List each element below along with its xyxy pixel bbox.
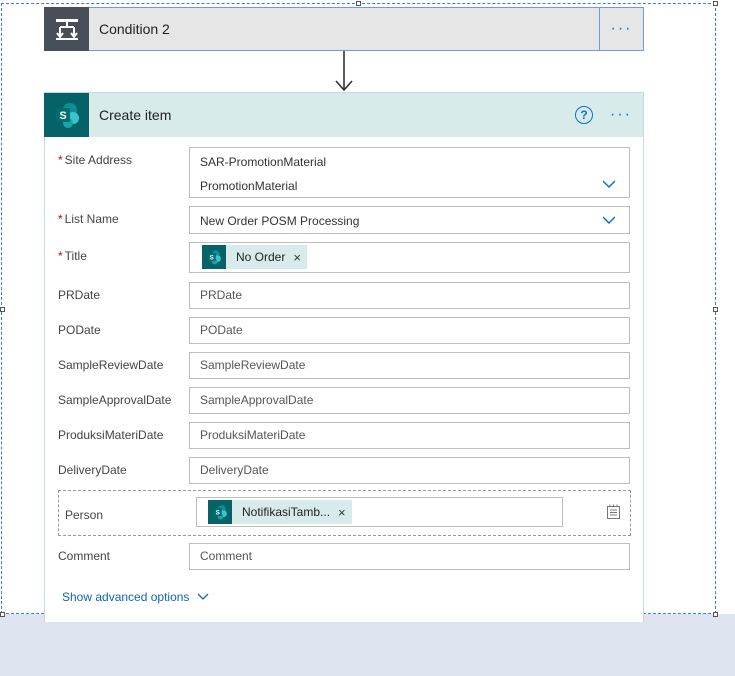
site-address-label: * Site Address	[58, 153, 133, 167]
site-address-line2: PromotionMaterial	[200, 179, 298, 193]
person-row: Person S NotifikasiTamb... ×	[58, 490, 631, 536]
canvas-background	[0, 614, 735, 676]
site-address-line1: SAR-PromotionMaterial	[200, 155, 327, 169]
sharepoint-icon: S	[202, 245, 226, 269]
title-label: * Title	[58, 249, 87, 263]
show-advanced-options-link[interactable]: Show advanced options	[62, 590, 209, 604]
person-label: Person	[65, 508, 104, 522]
selection-handle[interactable]	[0, 612, 5, 617]
remove-token-icon[interactable]: ×	[293, 250, 301, 265]
token-label: No Order	[236, 250, 286, 264]
sample-review-date-input[interactable]: SampleReviewDate	[189, 352, 630, 379]
condition-card[interactable]: Condition 2 ···	[44, 6, 644, 51]
selection-handle[interactable]	[713, 307, 718, 312]
site-address-dropdown[interactable]: SAR-PromotionMaterial PromotionMaterial	[189, 147, 630, 198]
dynamic-content-token[interactable]: S NotifikasiTamb... ×	[208, 500, 352, 524]
svg-text:S: S	[216, 509, 220, 516]
list-name-label: * List Name	[58, 212, 119, 226]
more-options-button[interactable]: ···	[599, 94, 643, 136]
sample-review-date-label: SampleReviewDate	[58, 358, 164, 372]
prdate-label: PRDate	[58, 288, 101, 302]
sample-approval-date-input[interactable]: SampleApprovalDate	[189, 387, 630, 414]
remove-token-icon[interactable]: ×	[338, 505, 346, 520]
dynamic-content-token[interactable]: S No Order ×	[202, 245, 307, 269]
create-item-card: S Create item ? ··· * Site Address SAR-Pr…	[44, 92, 644, 622]
help-icon[interactable]: ?	[575, 106, 593, 124]
prdate-input[interactable]: PRDate	[189, 282, 630, 309]
condition-icon	[44, 6, 89, 51]
sample-approval-date-label: SampleApprovalDate	[58, 393, 172, 407]
chevron-down-icon[interactable]	[603, 214, 615, 226]
comment-input[interactable]: Comment	[189, 543, 630, 570]
list-name-value: New Order POSM Processing	[200, 214, 360, 228]
token-label: NotifikasiTamb...	[242, 505, 331, 519]
selection-handle[interactable]	[0, 307, 5, 312]
list-name-dropdown[interactable]: New Order POSM Processing	[189, 206, 630, 234]
comment-label: Comment	[58, 549, 111, 563]
selection-handle[interactable]	[356, 1, 361, 6]
produksi-materi-date-label: ProduksiMateriDate	[58, 428, 164, 442]
sharepoint-icon: S	[44, 92, 89, 137]
produksi-materi-date-input[interactable]: ProduksiMateriDate	[189, 422, 630, 449]
delivery-date-input[interactable]: DeliveryDate	[189, 457, 630, 484]
podate-label: PODate	[58, 323, 101, 337]
delivery-date-label: DeliveryDate	[58, 463, 127, 477]
more-options-button[interactable]: ···	[599, 8, 643, 50]
card-title[interactable]: Create item	[99, 107, 575, 123]
podate-input[interactable]: PODate	[189, 317, 630, 344]
show-advanced-options-label: Show advanced options	[62, 590, 190, 604]
condition-title[interactable]: Condition 2	[99, 21, 599, 37]
card-header[interactable]: S Create item ? ···	[44, 92, 643, 137]
chevron-down-icon	[197, 593, 209, 600]
svg-text:S: S	[210, 254, 214, 261]
chevron-down-icon[interactable]	[603, 178, 615, 190]
sharepoint-icon: S	[208, 500, 232, 524]
selection-handle[interactable]	[713, 612, 718, 617]
connector-arrow-icon	[335, 51, 353, 92]
selection-handle[interactable]	[713, 1, 718, 6]
switch-input-mode-icon[interactable]	[604, 503, 622, 521]
svg-text:S: S	[59, 110, 66, 122]
